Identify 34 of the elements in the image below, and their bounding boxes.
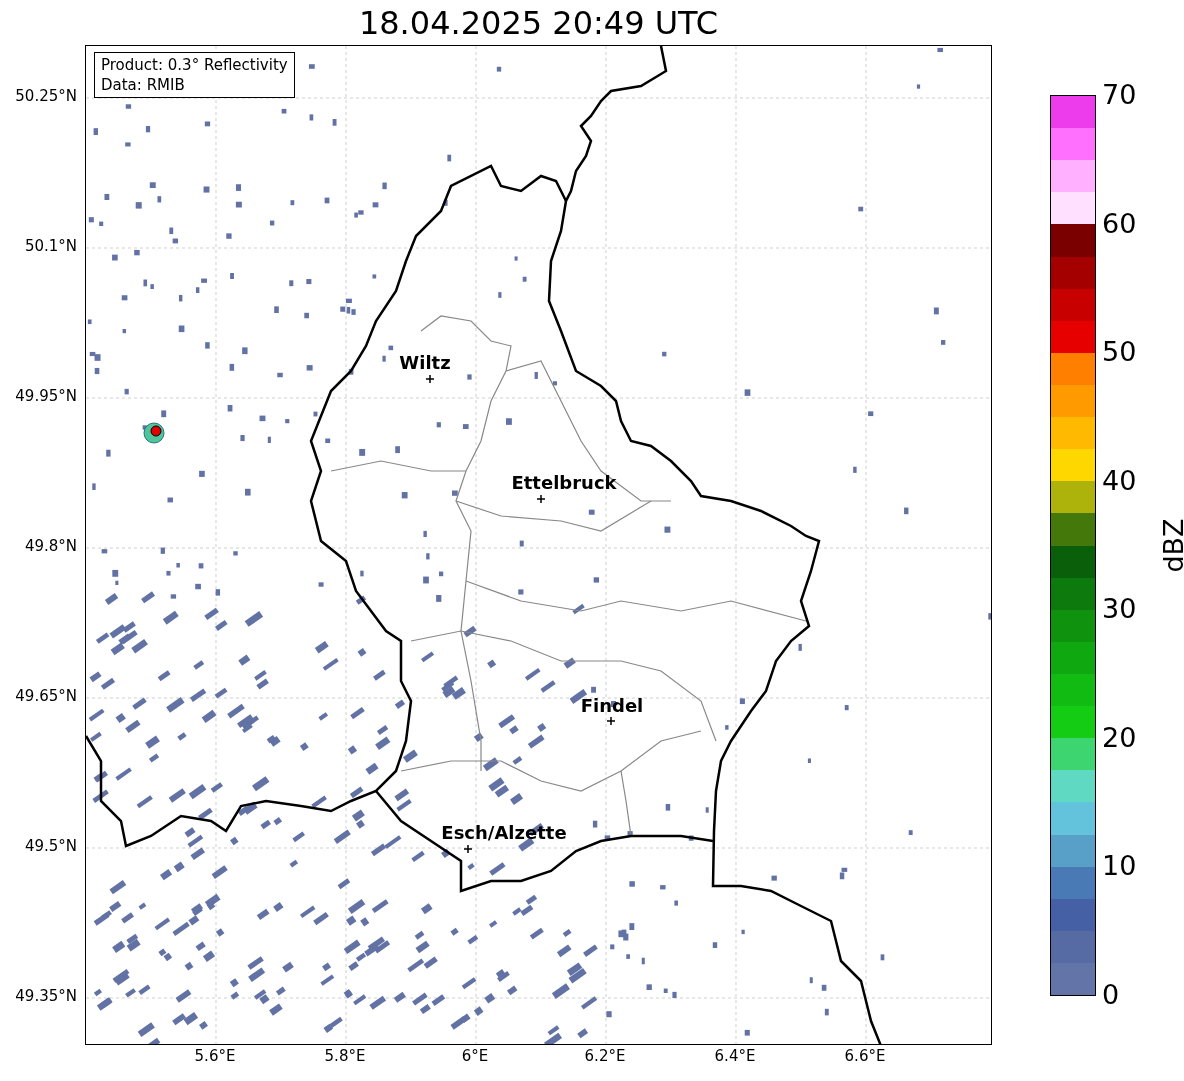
latitude-label: 49.65°N bbox=[15, 689, 77, 704]
info-text: Product: 0.3° Reflectivity bbox=[101, 55, 288, 75]
latitude-label: 49.5°N bbox=[24, 839, 77, 854]
colorbar-tick-label: 40 bbox=[1102, 466, 1137, 494]
colorbar-tick-label: 30 bbox=[1102, 595, 1137, 623]
colorbar-tick-label: 0 bbox=[1102, 981, 1120, 1008]
colorbar-tick-label: 50 bbox=[1102, 338, 1137, 366]
latitude-label: 49.95°N bbox=[15, 389, 77, 404]
city-label: Esch/Alzette bbox=[441, 824, 567, 842]
radar-site-icon bbox=[143, 422, 165, 444]
info-text: Data: RMIB bbox=[101, 75, 186, 95]
colorbar-tick-label: 10 bbox=[1102, 852, 1137, 880]
colorbar-tick-label: 70 bbox=[1102, 81, 1137, 108]
colorbar-tick-label: 60 bbox=[1102, 209, 1137, 237]
city-label: Ettelbruck bbox=[511, 474, 617, 492]
longitude-label: 6.4°E bbox=[714, 1049, 756, 1064]
longitude-label: 6°E bbox=[461, 1049, 489, 1064]
longitude-label: 5.8°E bbox=[324, 1049, 366, 1064]
colorbar-tick-label: 20 bbox=[1102, 723, 1137, 751]
city-label: Wiltz bbox=[399, 354, 451, 372]
city-marker-icon bbox=[536, 494, 546, 504]
city-label: Findel bbox=[580, 697, 644, 715]
city-marker-icon bbox=[463, 844, 473, 854]
city-marker-icon bbox=[606, 716, 616, 726]
longitude-label: 6.2°E bbox=[584, 1049, 626, 1064]
latitude-label: 50.1°N bbox=[24, 239, 77, 254]
latitude-label: 50.25°N bbox=[15, 89, 77, 104]
longitude-label: 6.6°E bbox=[844, 1049, 886, 1064]
map-title: 18.04.2025 20:49 UTC bbox=[358, 6, 719, 39]
longitude-label: 5.6°E bbox=[194, 1049, 236, 1064]
city-marker-icon bbox=[425, 374, 435, 384]
latitude-label: 49.8°N bbox=[24, 539, 77, 554]
colorbar-label: dBZ bbox=[1159, 518, 1184, 573]
latitude-label: 49.35°N bbox=[15, 989, 77, 1004]
